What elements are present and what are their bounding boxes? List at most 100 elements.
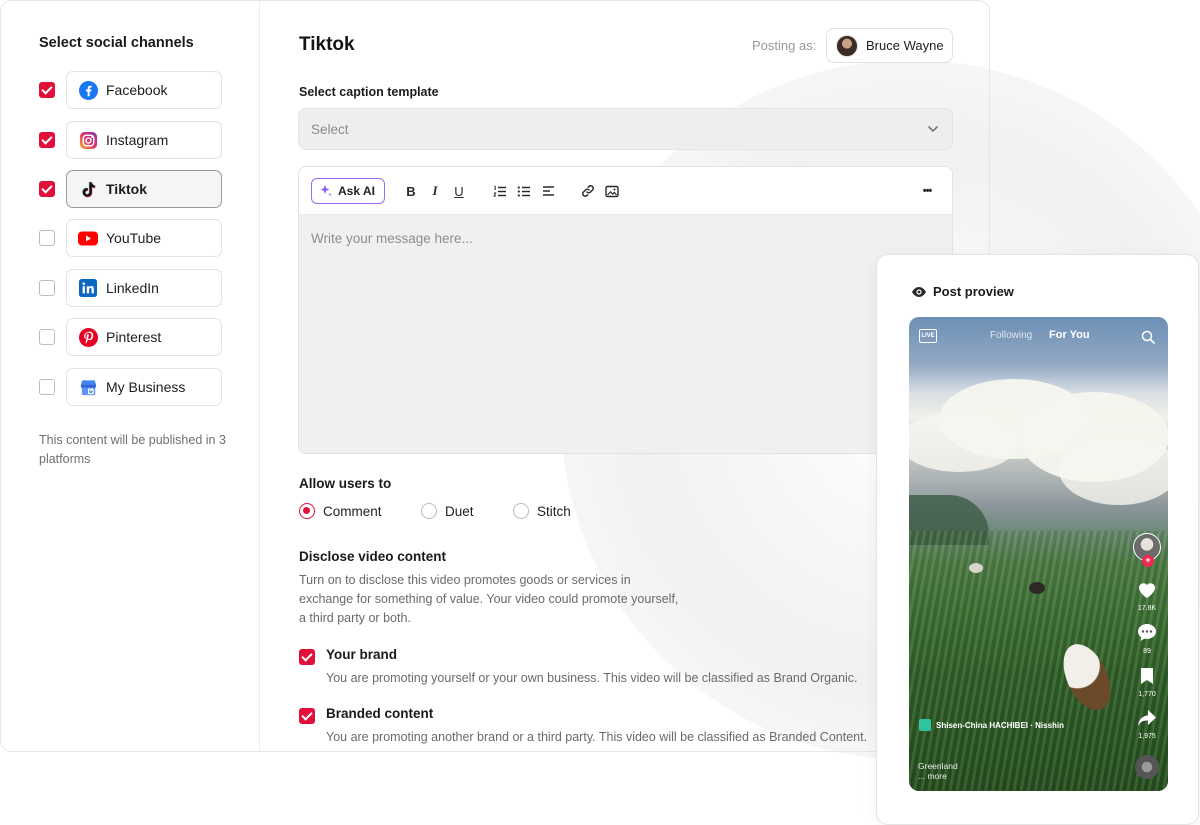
channel-button-instagram[interactable]: Instagram (66, 121, 222, 159)
ordered-list-button[interactable] (490, 181, 510, 201)
tiktok-preview-screen: LIVE Following For You + 17.8K 89 1,770 … (909, 317, 1168, 791)
radio-duet[interactable]: Duet (421, 503, 474, 519)
comment-bubble-icon (1138, 624, 1156, 641)
channel-row-my-business: My Business (39, 368, 223, 406)
follow-plus-icon[interactable]: + (1142, 555, 1154, 567)
channel-row-pinterest: Pinterest (39, 318, 223, 356)
channel-button-tiktok[interactable]: Tiktok (66, 170, 222, 208)
like-count: 17.8K (1137, 605, 1157, 612)
dog-shape (969, 563, 983, 573)
stitch-radio[interactable] (513, 503, 529, 519)
disclose-item-title: Your brand (326, 647, 398, 662)
youtube-checkbox[interactable] (39, 230, 55, 246)
posting-as-label: Posting as: (752, 38, 817, 53)
facebook-checkbox[interactable] (39, 82, 55, 98)
radio-stitch[interactable]: Stitch (513, 503, 571, 519)
bold-button[interactable]: B (401, 181, 421, 201)
channel-label: Facebook (106, 82, 168, 98)
radio-label: Comment (323, 503, 382, 519)
duet-radio[interactable] (421, 503, 437, 519)
caption-text: Greenland (918, 761, 958, 771)
channel-label: Tiktok (106, 181, 147, 197)
radio-comment[interactable]: Comment (299, 503, 382, 519)
linkedin-checkbox[interactable] (39, 280, 55, 296)
disclose-label: Disclose video content (299, 549, 447, 564)
disclose-item-title: Branded content (326, 706, 434, 721)
page-title: Tiktok (299, 34, 355, 55)
tiktok-checkbox[interactable] (39, 181, 55, 197)
ask-ai-button[interactable]: Ask AI (311, 178, 385, 204)
ask-ai-label: Ask AI (338, 184, 375, 198)
instagram-checkbox[interactable] (39, 132, 55, 148)
channel-row-tiktok: Tiktok (39, 170, 223, 208)
channel-label: YouTube (106, 230, 162, 246)
bullet-list-icon (517, 185, 530, 197)
disclose-description: Turn on to disclose this video promotes … (299, 573, 679, 625)
branded-content-checkbox[interactable] (299, 708, 315, 724)
channel-label: My Business (106, 379, 186, 395)
comment-action[interactable]: 89 (1131, 623, 1163, 655)
sidebar-title: Select social channels (39, 35, 194, 51)
disclose-item-text: You are promoting another brand or a thi… (326, 730, 868, 744)
heart-icon (1139, 583, 1155, 598)
channel-row-linkedin: LinkedIn (39, 269, 223, 307)
caption-more-link[interactable]: ... more (918, 771, 958, 781)
avatar (836, 34, 858, 57)
bullet-list-button[interactable] (514, 181, 534, 201)
editor-toolbar: Ask AI B I U ••• (299, 167, 952, 215)
tab-for-you[interactable]: For You (1049, 329, 1090, 341)
caption-template-select[interactable]: Select (298, 108, 953, 150)
music-disc-icon[interactable] (1135, 755, 1159, 779)
facebook-icon (78, 80, 98, 100)
message-editor: Ask AI B I U ••• Write your message here… (298, 166, 953, 454)
like-action[interactable]: 17.8K (1131, 581, 1163, 612)
link-button[interactable] (578, 181, 598, 201)
align-left-button[interactable] (538, 181, 558, 201)
dog-shape (1029, 582, 1045, 594)
channel-row-facebook: Facebook (39, 71, 223, 109)
sparkle-icon (320, 185, 332, 197)
channel-button-youtube[interactable]: YouTube (66, 219, 222, 257)
channel-button-pinterest[interactable]: Pinterest (66, 318, 222, 356)
chevron-down-icon (928, 126, 938, 132)
link-icon (582, 185, 594, 197)
linkedin-icon (78, 278, 98, 298)
posting-user-selector[interactable]: Bruce Wayne (826, 28, 953, 63)
underline-button[interactable]: U (449, 181, 469, 201)
search-icon[interactable] (1141, 330, 1155, 344)
share-arrow-icon (1138, 710, 1156, 726)
italic-button[interactable]: I (425, 181, 445, 201)
tab-following[interactable]: Following (990, 330, 1032, 341)
pinterest-icon (78, 327, 98, 347)
ordered-list-icon (493, 185, 506, 196)
radio-label: Duet (445, 503, 474, 519)
instagram-icon (78, 130, 98, 150)
align-left-icon (542, 186, 554, 196)
grass-texture (909, 531, 1168, 791)
caption-template-label: Select caption template (299, 85, 439, 99)
bookmark-icon (1141, 668, 1153, 684)
share-action[interactable]: 1,975 (1131, 709, 1163, 740)
publish-count-note: This content will be published in 3 plat… (39, 433, 226, 466)
more-options-button[interactable]: ••• (917, 181, 937, 201)
location-tag[interactable]: Shisen-China HACHIBEI · Nisshin (919, 719, 1064, 731)
channel-button-my-business[interactable]: My Business (66, 368, 222, 406)
channel-row-youtube: YouTube (39, 219, 223, 257)
comment-count: 89 (1143, 648, 1151, 655)
channel-row-instagram: Instagram (39, 121, 223, 159)
channel-button-linkedin[interactable]: LinkedIn (66, 269, 222, 307)
user-name: Bruce Wayne (866, 38, 944, 53)
channel-sidebar: Select social channels Facebook Instagra… (1, 1, 260, 751)
comment-radio[interactable] (299, 503, 315, 519)
image-button[interactable] (602, 181, 622, 201)
channel-label: LinkedIn (106, 280, 159, 296)
my-business-checkbox[interactable] (39, 379, 55, 395)
channel-button-facebook[interactable]: Facebook (66, 71, 222, 109)
message-input-placeholder[interactable]: Write your message here... (311, 231, 473, 246)
live-icon[interactable]: LIVE (919, 329, 937, 343)
your-brand-checkbox[interactable] (299, 649, 315, 665)
save-action[interactable]: 1,770 (1131, 667, 1163, 698)
google-business-icon (78, 377, 98, 397)
pinterest-checkbox[interactable] (39, 329, 55, 345)
disclose-item-text: You are promoting yourself or your own b… (326, 671, 858, 685)
